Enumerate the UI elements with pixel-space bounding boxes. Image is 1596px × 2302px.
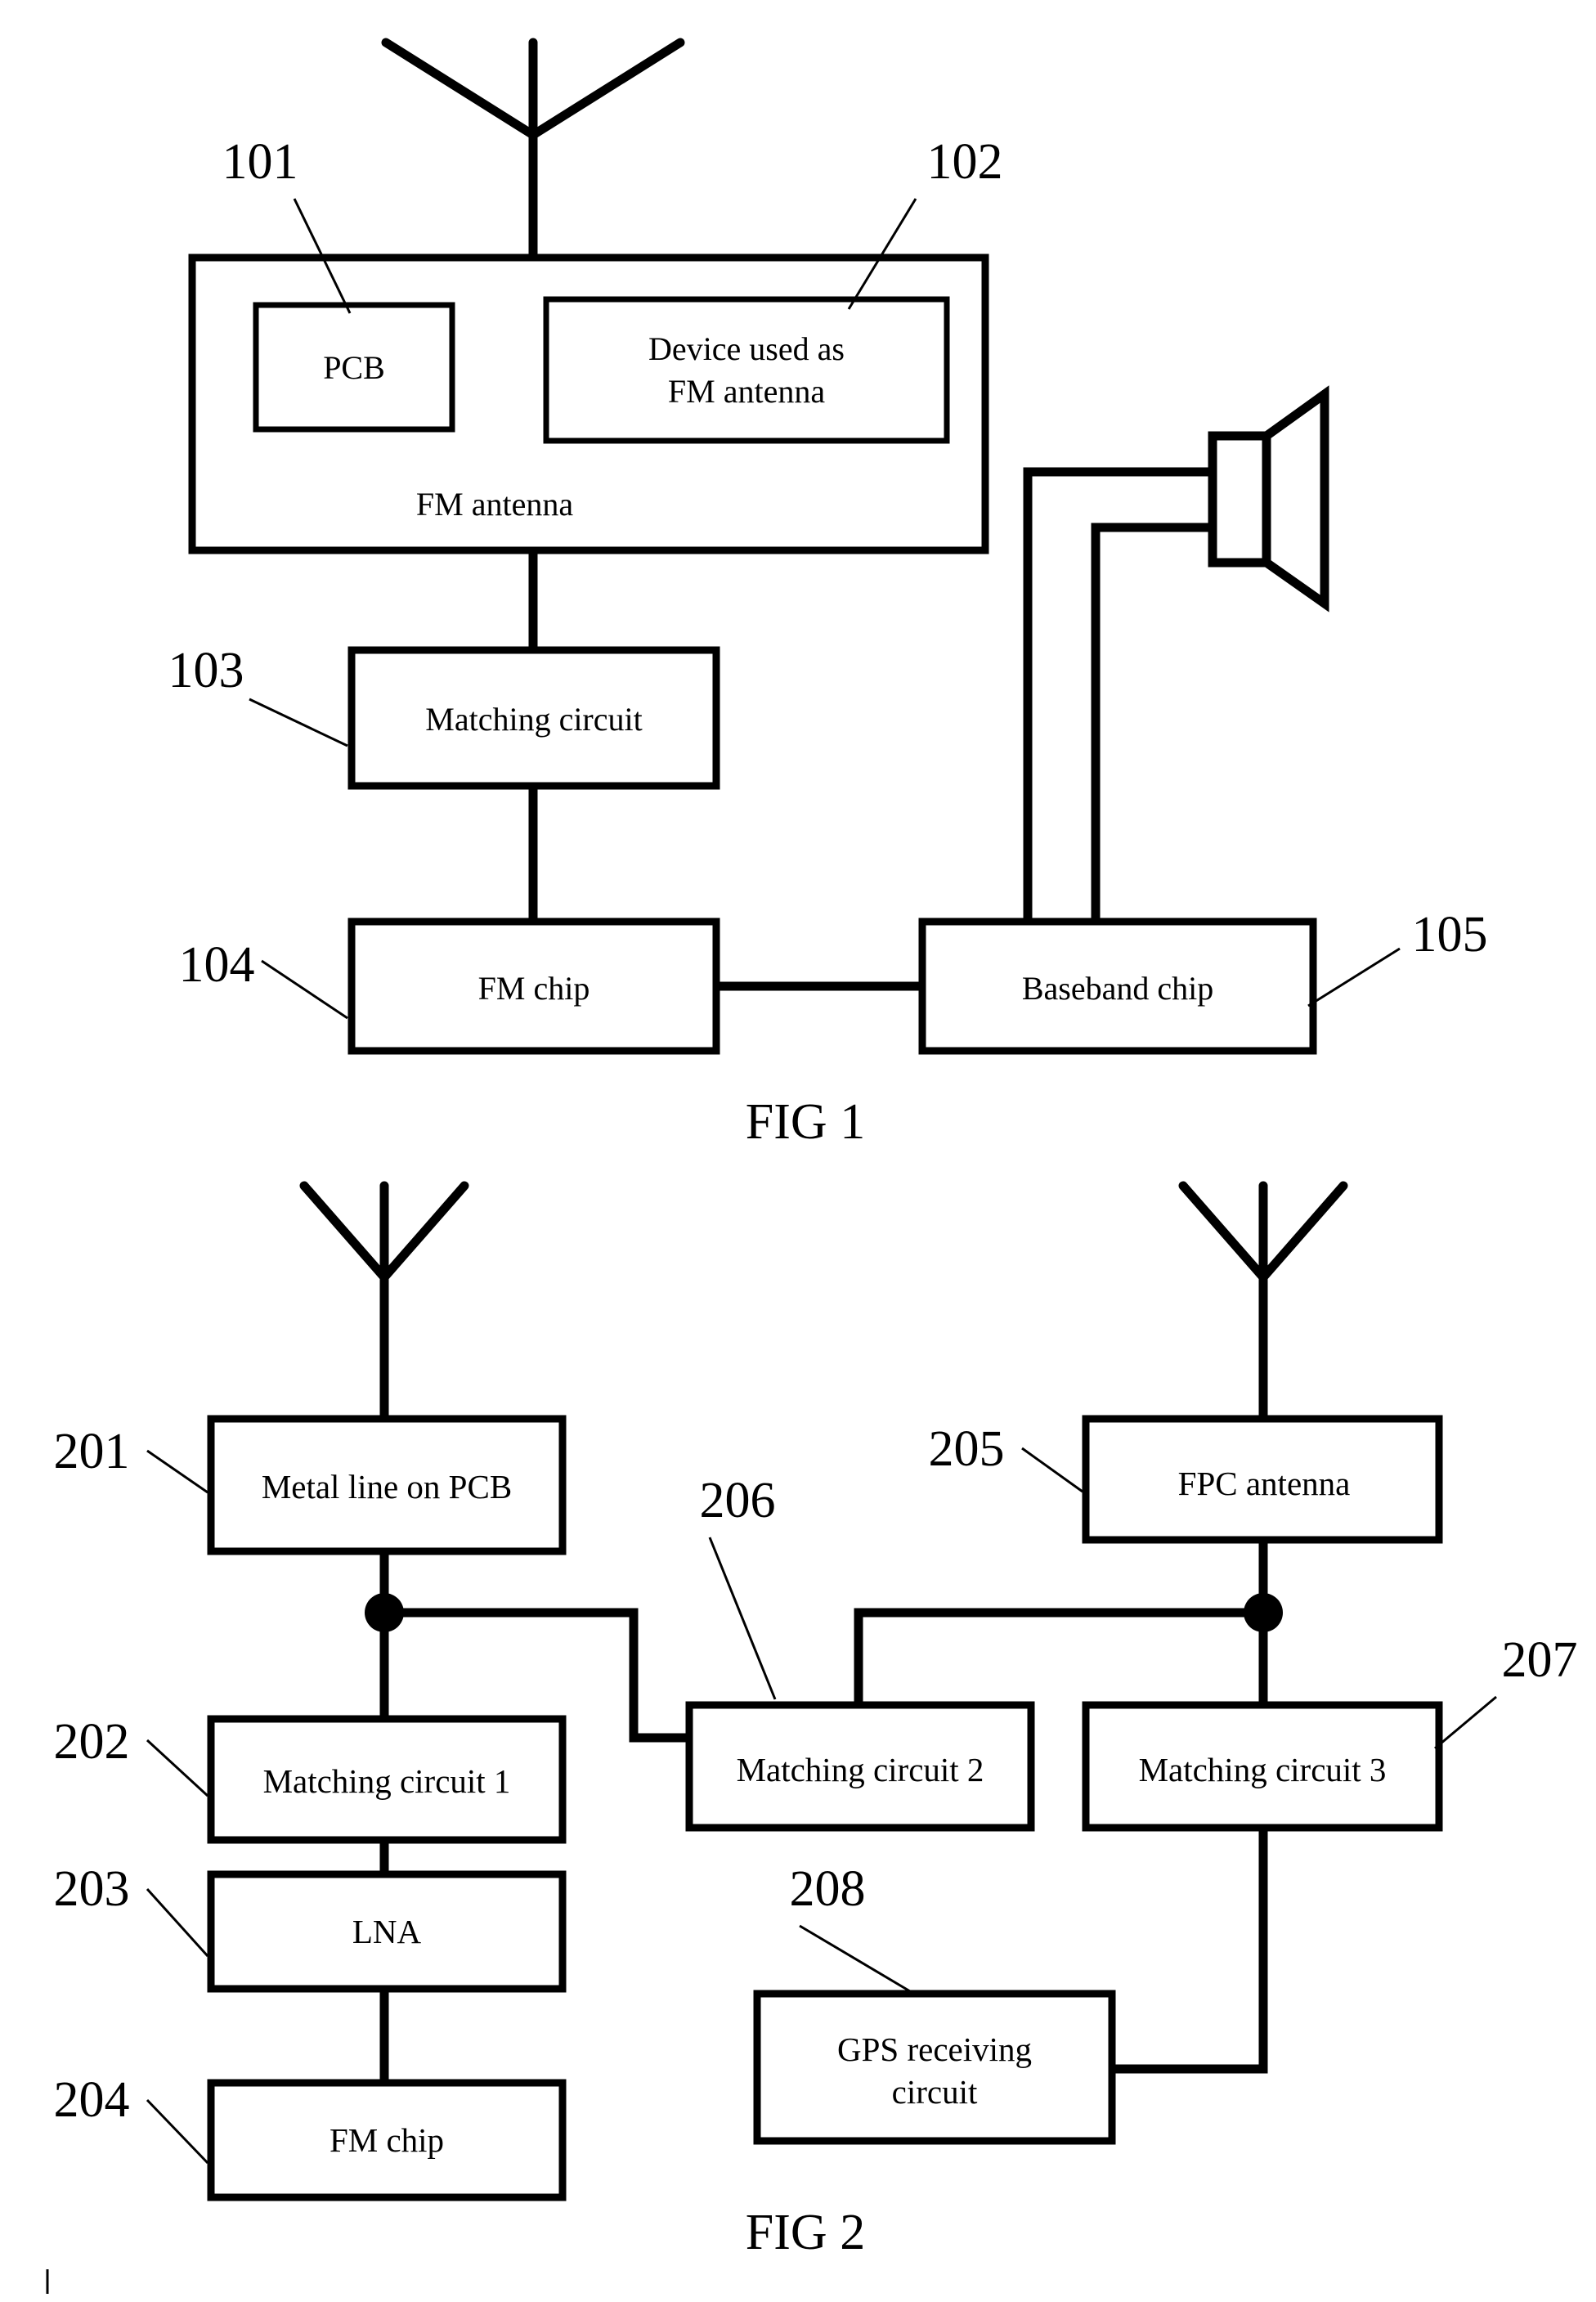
patent-drawing-sheet: 101 102 PCB Device used as FM antenna FM… bbox=[0, 0, 1596, 2302]
matching-circuit-2-label: Matching circuit 2 bbox=[737, 1751, 984, 1788]
ref-number-101: 101 bbox=[222, 134, 298, 190]
baseband-chip-label: Baseband chip bbox=[1022, 970, 1213, 1007]
device-label-line1: Device used as bbox=[648, 330, 845, 367]
ref-number-105: 105 bbox=[1412, 907, 1488, 963]
lna-label: LNA bbox=[352, 1913, 422, 1950]
metal-line-on-pcb-label: Metal line on PCB bbox=[262, 1468, 512, 1505]
ref-number-103: 103 bbox=[168, 643, 244, 698]
ref-number-207: 207 bbox=[1502, 1632, 1578, 1688]
matching-circuit-label: Matching circuit bbox=[425, 701, 642, 738]
ref-number-206: 206 bbox=[700, 1473, 776, 1528]
device-label-line2: FM antenna bbox=[668, 373, 825, 410]
text-layer: 101 102 PCB Device used as FM antenna FM… bbox=[54, 134, 1578, 2260]
ref-number-104: 104 bbox=[179, 937, 255, 993]
fm-chip-label: FM chip bbox=[478, 970, 590, 1007]
matching-circuit-3-label: Matching circuit 3 bbox=[1139, 1751, 1387, 1788]
ref-number-208: 208 bbox=[790, 1861, 866, 1917]
gps-label-line1: GPS receiving bbox=[837, 2031, 1032, 2068]
ref-number-201: 201 bbox=[54, 1424, 130, 1479]
ref-number-202: 202 bbox=[54, 1714, 130, 1770]
fpc-antenna-label: FPC antenna bbox=[1178, 1465, 1351, 1502]
ref-number-204: 204 bbox=[54, 2072, 130, 2128]
ref-number-205: 205 bbox=[929, 1421, 1005, 1477]
pcb-label: PCB bbox=[323, 349, 385, 386]
figure-2-caption: FIG 2 bbox=[746, 2205, 865, 2260]
ref-number-102: 102 bbox=[927, 134, 1003, 190]
gps-label-line2: circuit bbox=[892, 2073, 978, 2111]
fm-antenna-label: FM antenna bbox=[416, 486, 573, 523]
figure-1-caption: FIG 1 bbox=[746, 1094, 865, 1150]
matching-circuit-1-label: Matching circuit 1 bbox=[263, 1762, 511, 1800]
ref-number-203: 203 bbox=[54, 1861, 130, 1917]
fm-chip-label-2: FM chip bbox=[330, 2121, 444, 2159]
